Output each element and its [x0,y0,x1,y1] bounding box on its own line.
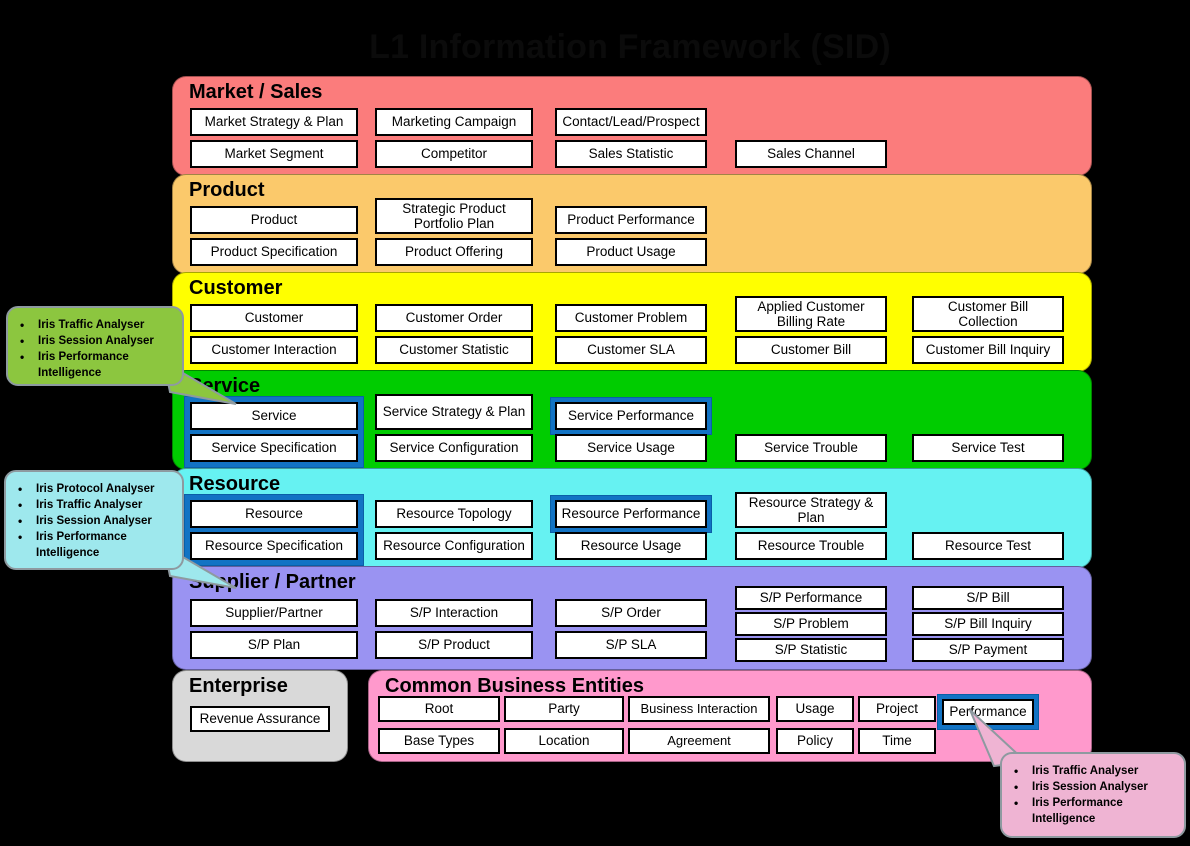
entity-box[interactable]: Product Offering [375,238,533,266]
entity-box[interactable]: S/P Order [555,599,707,627]
callout-item: Iris Traffic Analyser [1014,763,1176,779]
entity-box[interactable]: Resource Strategy & Plan [735,492,887,528]
entity-box[interactable]: Customer SLA [555,336,707,364]
entity-box[interactable]: Strategic Product Portfolio Plan [375,198,533,234]
callout-item: Iris Session Analyser [1014,779,1176,795]
entity-box[interactable]: Resource Trouble [735,532,887,560]
entity-box[interactable]: Resource Usage [555,532,707,560]
callout-item: Iris PerformanceIntelligence [18,529,174,561]
entity-box[interactable]: Resource Topology [375,500,533,528]
layer-title-common-business-entities: Common Business Entities [385,675,644,697]
layer-title-resource: Resource [189,473,281,495]
entity-box[interactable]: Service Performance [555,402,707,430]
entity-box[interactable]: Usage [776,696,854,722]
entity-box[interactable]: Service Configuration [375,434,533,462]
entity-box[interactable]: Service Usage [555,434,707,462]
callout-service: Iris Traffic AnalyserIris Session Analys… [6,306,184,386]
entity-box[interactable]: Product Specification [190,238,358,266]
entity-box[interactable]: Customer Statistic [375,336,533,364]
entity-box[interactable]: Party [504,696,624,722]
entity-box[interactable]: Root [378,696,500,722]
entity-box[interactable]: S/P Interaction [375,599,533,627]
entity-box[interactable]: Customer Bill [735,336,887,364]
entity-box[interactable]: Resource Test [912,532,1064,560]
callout-item: Iris PerformanceIntelligence [20,349,174,381]
callout-item: Iris Traffic Analyser [20,317,174,333]
entity-box[interactable]: Competitor [375,140,533,168]
entity-box[interactable]: Business Interaction [628,696,770,722]
layer-title-customer: Customer [189,277,283,299]
callout-item: Iris Session Analyser [18,513,174,529]
entity-box[interactable]: S/P Product [375,631,533,659]
entity-box[interactable]: S/P Problem [735,612,887,636]
entity-box[interactable]: Marketing Campaign [375,108,533,136]
layer-title-enterprise: Enterprise [189,675,288,697]
entity-box[interactable]: Customer [190,304,358,332]
entity-box[interactable]: Policy [776,728,854,754]
entity-box[interactable]: S/P Bill [912,586,1064,610]
entity-box[interactable]: Agreement [628,728,770,754]
entity-box[interactable]: Base Types [378,728,500,754]
entity-box[interactable]: Customer Problem [555,304,707,332]
entity-box[interactable]: Customer Bill Collection [912,296,1064,332]
entity-box[interactable]: Product Usage [555,238,707,266]
entity-box[interactable]: S/P Performance [735,586,887,610]
entity-box[interactable]: Location [504,728,624,754]
entity-box[interactable]: Customer Bill Inquiry [912,336,1064,364]
entity-box[interactable]: S/P Statistic [735,638,887,662]
entity-box[interactable]: S/P Bill Inquiry [912,612,1064,636]
callout-item: Iris Session Analyser [20,333,174,349]
entity-box[interactable]: Applied Customer Billing Rate [735,296,887,332]
entity-box[interactable]: Resource Performance [555,500,707,528]
entity-box[interactable]: Service Strategy & Plan [375,394,533,430]
entity-box[interactable]: Service Specification [190,434,358,462]
entity-box[interactable]: Time [858,728,936,754]
callout-resource: Iris Protocol AnalyserIris Traffic Analy… [4,470,184,570]
callout-item: Iris PerformanceIntelligence [1014,795,1176,827]
layer-title-market-sales: Market / Sales [189,81,323,103]
entity-box[interactable]: Resource Configuration [375,532,533,560]
entity-box[interactable]: Market Segment [190,140,358,168]
page-title: L1 Information Framework (SID) [369,28,891,66]
entity-box[interactable]: Product Performance [555,206,707,234]
entity-box[interactable]: Revenue Assurance [190,706,330,732]
entity-box[interactable]: Service Trouble [735,434,887,462]
entity-box[interactable]: Sales Statistic [555,140,707,168]
callout-item: Iris Traffic Analyser [18,497,174,513]
entity-box[interactable]: Market Strategy & Plan [190,108,358,136]
layer-title-product: Product [189,179,265,201]
entity-box[interactable]: Contact/Lead/Prospect [555,108,707,136]
entity-box[interactable]: Service Test [912,434,1064,462]
entity-box[interactable]: Product [190,206,358,234]
entity-box[interactable]: Customer Order [375,304,533,332]
entity-box[interactable]: Sales Channel [735,140,887,168]
entity-box[interactable]: S/P Payment [912,638,1064,662]
diagram-canvas: L1 Information Framework (SID) Market / … [0,0,1190,846]
callout-item: Iris Protocol Analyser [18,481,174,497]
callout-performance: Iris Traffic AnalyserIris Session Analys… [1000,752,1186,838]
entity-box[interactable]: S/P SLA [555,631,707,659]
entity-box[interactable]: Project [858,696,936,722]
entity-box[interactable]: S/P Plan [190,631,358,659]
entity-box[interactable]: Resource [190,500,358,528]
